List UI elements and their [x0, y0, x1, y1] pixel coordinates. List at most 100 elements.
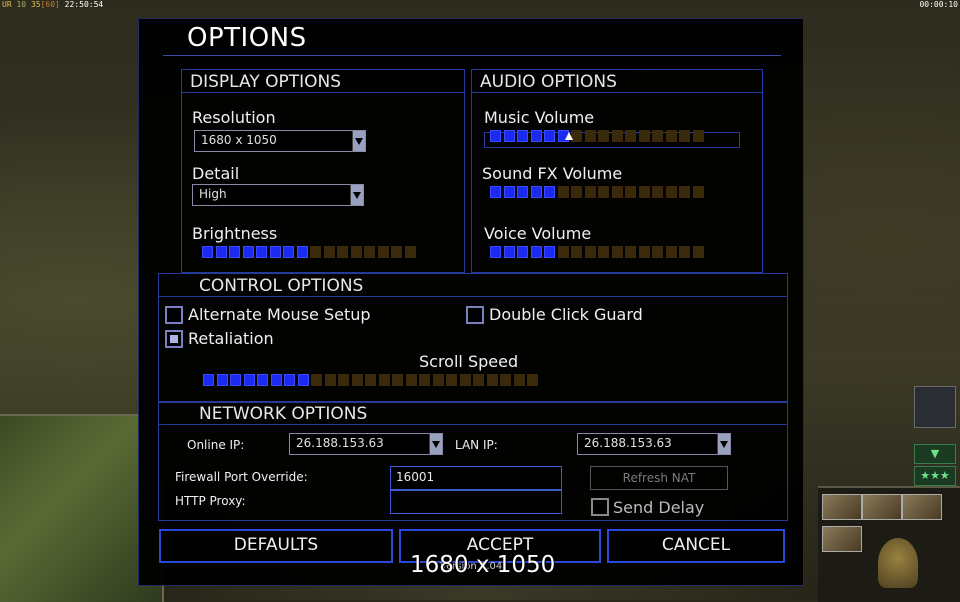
satellite-icon[interactable] [914, 386, 956, 428]
slider-segment[interactable] [446, 374, 457, 386]
slider-segment[interactable] [665, 186, 677, 198]
slider-segment[interactable] [544, 130, 555, 142]
slider-segment[interactable] [692, 246, 704, 258]
rank-stars-icon[interactable]: ★★★ [914, 466, 956, 486]
cancel-button[interactable]: CANCEL [607, 529, 785, 563]
slider-segment[interactable] [517, 246, 528, 258]
slider-segment[interactable] [310, 246, 321, 258]
slider-segment[interactable] [692, 130, 704, 142]
slider-segment[interactable] [490, 186, 501, 198]
slider-segment[interactable] [229, 246, 240, 258]
http-proxy-input[interactable] [390, 490, 562, 514]
slider-segment[interactable] [230, 374, 241, 386]
slider-segment[interactable] [584, 130, 596, 142]
slider-segment[interactable] [297, 374, 309, 386]
slider-segment[interactable] [530, 246, 542, 258]
slider-segment[interactable] [665, 130, 677, 142]
slider-segment[interactable] [405, 374, 417, 386]
slider-segment[interactable] [365, 374, 376, 386]
double-click-guard-checkbox[interactable] [466, 306, 484, 324]
alternate-mouse-checkbox[interactable] [165, 306, 183, 324]
chevron-down-icon[interactable]: ▼ [914, 444, 956, 464]
slider-segment[interactable] [557, 246, 569, 258]
slider-segment[interactable] [364, 246, 375, 258]
slider-segment[interactable] [500, 374, 511, 386]
slider-segment[interactable] [513, 374, 525, 386]
slider-segment[interactable] [598, 186, 609, 198]
slider-segment[interactable] [517, 130, 528, 142]
slider-segment[interactable] [665, 246, 677, 258]
lan-ip-dropdown[interactable]: 26.188.153.63 [577, 433, 731, 455]
slider-segment[interactable] [625, 246, 636, 258]
slider-segment[interactable] [350, 246, 362, 258]
slider-segment[interactable] [611, 130, 623, 142]
slider-segment[interactable] [243, 374, 255, 386]
slider-segment[interactable] [571, 186, 582, 198]
slider-segment[interactable] [283, 246, 294, 258]
slider-segment[interactable] [377, 246, 389, 258]
slider-segment[interactable] [392, 374, 403, 386]
resolution-dropdown[interactable]: 1680 x 1050 [194, 130, 366, 152]
chevron-down-icon[interactable] [352, 131, 365, 151]
slider-segment[interactable] [652, 246, 663, 258]
slider-segment[interactable] [432, 374, 444, 386]
slider-segment[interactable] [324, 374, 336, 386]
chevron-down-icon[interactable] [429, 434, 442, 454]
send-delay-checkbox[interactable] [591, 498, 609, 516]
slider-segment[interactable] [611, 246, 623, 258]
slider-segment[interactable] [544, 246, 555, 258]
unit-portrait[interactable] [862, 494, 902, 520]
unit-portrait[interactable] [822, 494, 862, 520]
slider-segment[interactable] [584, 186, 596, 198]
slider-segment[interactable] [323, 246, 335, 258]
slider-segment[interactable] [486, 374, 498, 386]
slider-segment[interactable] [598, 246, 609, 258]
slider-segment[interactable] [503, 130, 515, 142]
slider-segment[interactable] [527, 374, 538, 386]
slider-segment[interactable] [679, 186, 690, 198]
unit-portrait[interactable] [902, 494, 942, 520]
slider-thumb-icon[interactable] [565, 132, 573, 140]
slider-segment[interactable] [311, 374, 322, 386]
slider-segment[interactable] [598, 130, 609, 142]
slider-segment[interactable] [404, 246, 416, 258]
slider-segment[interactable] [490, 130, 501, 142]
slider-segment[interactable] [625, 186, 636, 198]
slider-segment[interactable] [338, 374, 349, 386]
slider-segment[interactable] [270, 374, 282, 386]
slider-segment[interactable] [296, 246, 308, 258]
chevron-down-icon[interactable] [350, 185, 363, 205]
slider-segment[interactable] [530, 186, 542, 198]
slider-segment[interactable] [679, 130, 690, 142]
slider-segment[interactable] [490, 246, 501, 258]
unit-portrait[interactable] [822, 526, 862, 552]
firewall-port-input[interactable]: 16001 [390, 466, 562, 490]
slider-segment[interactable] [544, 186, 555, 198]
slider-segment[interactable] [419, 374, 430, 386]
slider-segment[interactable] [284, 374, 295, 386]
detail-dropdown[interactable]: High [192, 184, 364, 206]
slider-segment[interactable] [638, 130, 650, 142]
slider-segment[interactable] [638, 186, 650, 198]
slider-segment[interactable] [473, 374, 484, 386]
slider-segment[interactable] [459, 374, 471, 386]
defaults-button[interactable]: DEFAULTS [159, 529, 393, 563]
slider-segment[interactable] [257, 374, 268, 386]
slider-segment[interactable] [530, 130, 542, 142]
slider-segment[interactable] [503, 186, 515, 198]
slider-segment[interactable] [638, 246, 650, 258]
slider-segment[interactable] [242, 246, 254, 258]
slider-segment[interactable] [611, 186, 623, 198]
slider-segment[interactable] [351, 374, 363, 386]
online-ip-dropdown[interactable]: 26.188.153.63 [289, 433, 443, 455]
slider-segment[interactable] [203, 374, 214, 386]
slider-segment[interactable] [256, 246, 267, 258]
slider-segment[interactable] [391, 246, 402, 258]
slider-segment[interactable] [378, 374, 390, 386]
slider-segment[interactable] [269, 246, 281, 258]
refresh-nat-button[interactable]: Refresh NAT [590, 466, 728, 490]
slider-segment[interactable] [584, 246, 596, 258]
slider-segment[interactable] [625, 130, 636, 142]
slider-segment[interactable] [517, 186, 528, 198]
slider-segment[interactable] [557, 186, 569, 198]
